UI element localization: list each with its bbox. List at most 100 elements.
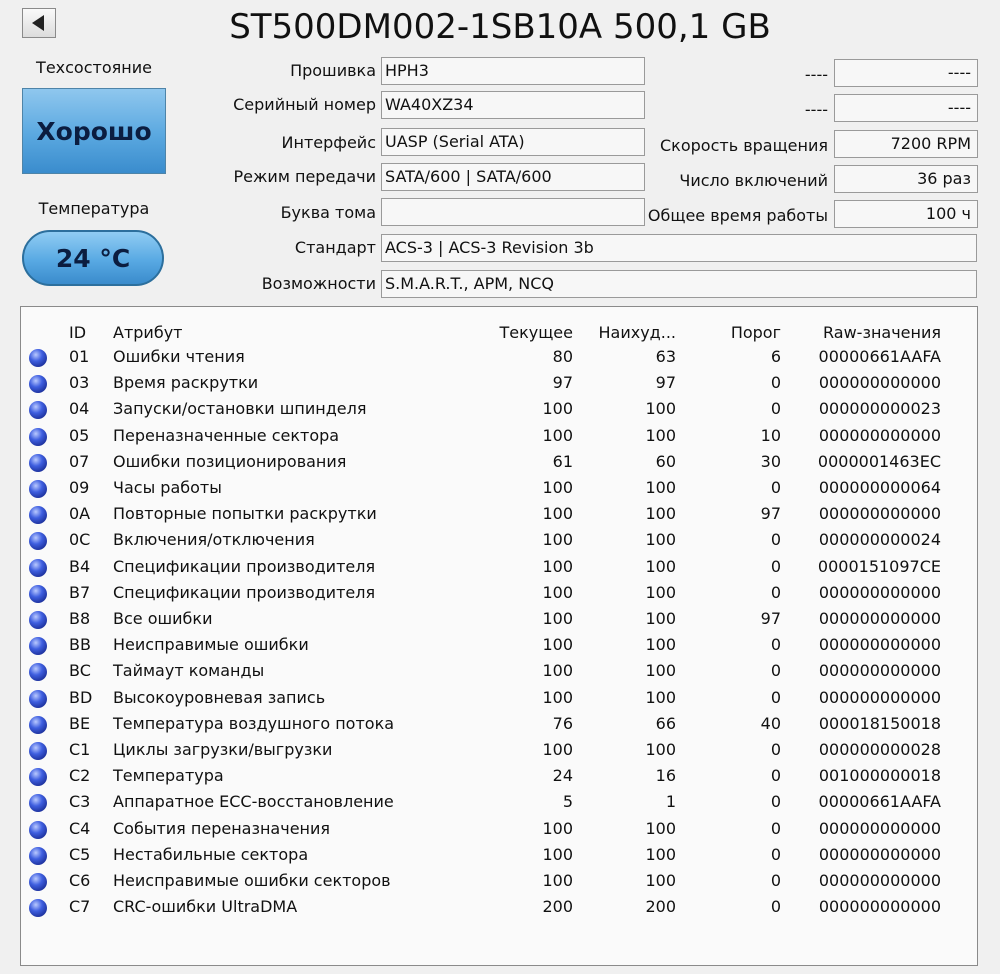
cell-worst: 100 — [645, 871, 676, 890]
cell-id: 09 — [69, 478, 90, 497]
cell-current: 100 — [542, 871, 573, 890]
table-row[interactable]: C5 Нестабильные сектора 100 100 0 00000000000… — [21, 843, 977, 869]
status-dot-icon — [29, 846, 47, 865]
cell-attribute: Температура воздушного потока — [113, 713, 395, 733]
status-dot-icon — [29, 820, 47, 839]
table-row[interactable]: 0A Повторные попытки раскрутки 100 100 97 000… — [21, 502, 977, 528]
cell-raw: 000000000000 — [818, 425, 941, 445]
cell-worst: 100 — [645, 530, 676, 550]
cell-current: 100 — [542, 687, 573, 707]
table-row[interactable]: B7 Спецификации производителя 100 100 0 00000… — [21, 581, 977, 607]
rotation-speed-field: 7200 RPM — [834, 130, 978, 158]
table-row[interactable]: BB Неисправимые ошибки 100 100 0 000000000000 — [21, 633, 977, 659]
blank-label-2: ---- — [804, 100, 828, 119]
table-row[interactable]: C2 Температура 24 16 0 001000000018 — [21, 764, 977, 790]
cell-id: BB — [69, 635, 91, 655]
cell-current: 80 — [552, 347, 573, 366]
table-row[interactable]: B8 Все ошибки 100 100 97 000000000000 — [21, 607, 977, 633]
header-id[interactable]: ID — [69, 323, 86, 342]
header-threshold[interactable]: Порог — [681, 323, 781, 342]
cell-worst: 100 — [645, 399, 676, 419]
cell-worst: 100 — [645, 556, 676, 576]
cell-current: 100 — [542, 399, 573, 419]
status-dot-icon — [29, 899, 47, 918]
cell-threshold: 0 — [770, 478, 781, 497]
header-raw[interactable]: Raw-значения — [801, 323, 941, 342]
blank-label-1: ---- — [804, 65, 828, 84]
blank-field-2: ---- — [834, 94, 978, 122]
cell-attribute: Ошибки чтения — [113, 347, 245, 366]
cell-raw: 000000000064 — [818, 478, 941, 497]
table-row[interactable]: C4 События переназначения 100 100 0 000000000… — [21, 817, 977, 843]
cell-threshold: 0 — [770, 635, 781, 655]
cell-raw: 000000000000 — [818, 635, 941, 655]
cell-worst: 16 — [655, 766, 676, 786]
header-current[interactable]: Текущее — [473, 323, 573, 342]
cell-worst: 100 — [645, 818, 676, 838]
cell-id: 0C — [69, 530, 91, 550]
health-status-button[interactable]: Хорошо — [22, 88, 166, 174]
cell-threshold: 0 — [770, 687, 781, 707]
temperature-button[interactable]: 24 °C — [22, 230, 164, 286]
table-row[interactable]: 09 Часы работы 100 100 0 000000000064 — [21, 476, 977, 502]
cell-worst: 200 — [645, 897, 676, 917]
cell-current: 100 — [542, 504, 573, 524]
table-row[interactable]: BD Высокоуровневая запись 100 100 0 000000000… — [21, 686, 977, 712]
cell-worst: 60 — [655, 451, 676, 471]
table-row[interactable]: BE Температура воздушного потока 76 66 40 000… — [21, 712, 977, 738]
cell-id: B4 — [69, 556, 91, 576]
table-row[interactable]: BC Таймаут команды 100 100 0 000000000000 — [21, 659, 977, 685]
arrow-left-icon — [32, 15, 44, 31]
cell-current: 100 — [542, 530, 573, 550]
cell-attribute: Спецификации производителя — [113, 582, 376, 602]
cell-current: 76 — [552, 713, 573, 733]
table-row[interactable]: 01 Ошибки чтения 80 63 6 00000661AAFA — [21, 345, 977, 371]
status-dot-icon — [29, 558, 47, 577]
smart-attributes-table[interactable]: ID Атрибут Текущее Наихуд... Порог Raw-з… — [20, 306, 978, 966]
previous-disk-button[interactable] — [22, 8, 56, 38]
cell-threshold: 0 — [770, 556, 781, 576]
table-row[interactable]: C6 Неисправимые ошибки секторов 100 100 0 000… — [21, 869, 977, 895]
cell-attribute: Часы работы — [113, 478, 222, 497]
cell-id: 07 — [69, 451, 90, 471]
cell-current: 100 — [542, 661, 573, 681]
header-attribute[interactable]: Атрибут — [113, 323, 182, 342]
cell-attribute: CRC-ошибки UltraDMA — [113, 897, 298, 917]
cell-current: 200 — [542, 897, 573, 917]
header-worst[interactable]: Наихуд... — [576, 323, 677, 342]
firmware-field: HPH3 — [381, 57, 645, 85]
status-dot-icon — [29, 637, 47, 656]
table-row[interactable]: B4 Спецификации производителя 100 100 0 00001… — [21, 555, 977, 581]
power-on-count-label: Число включений — [679, 171, 828, 190]
cell-worst: 1 — [665, 792, 676, 812]
table-row[interactable]: 05 Переназначенные сектора 100 100 10 0000000… — [21, 424, 977, 450]
cell-attribute: Запуски/остановки шпинделя — [113, 399, 367, 419]
cell-raw: 000000000028 — [818, 740, 941, 759]
cell-raw: 000000000000 — [818, 818, 941, 838]
cell-raw: 0000151097CE — [817, 556, 941, 576]
cell-threshold: 0 — [770, 844, 781, 864]
table-row[interactable]: C1 Циклы загрузки/выгрузки 100 100 0 00000000… — [21, 738, 977, 764]
table-row[interactable]: C7 CRC-ошибки UltraDMA 200 200 0 000000000000 — [21, 895, 977, 921]
transfer-mode-field: SATA/600 | SATA/600 — [381, 163, 645, 191]
table-row[interactable]: C3 Аппаратное ECC-восстановление 5 1 0 000006… — [21, 790, 977, 816]
table-row[interactable]: 0C Включения/отключения 100 100 0 00000000002… — [21, 528, 977, 554]
cell-current: 5 — [562, 792, 573, 812]
interface-field: UASP (Serial ATA) — [381, 128, 645, 156]
disk-title: ST500DM002-1SB10A 500,1 GB — [229, 7, 771, 47]
cell-attribute: Неисправимые ошибки секторов — [113, 871, 391, 890]
status-dot-icon — [29, 506, 47, 525]
cell-threshold: 40 — [760, 713, 781, 733]
table-row[interactable]: 07 Ошибки позиционирования 61 60 30 000000146… — [21, 450, 977, 476]
cell-threshold: 0 — [770, 897, 781, 917]
status-dot-icon — [29, 480, 47, 498]
table-row[interactable]: 04 Запуски/остановки шпинделя 100 100 0 00000… — [21, 397, 977, 423]
firmware-label: Прошивка — [290, 61, 376, 80]
cell-threshold: 30 — [760, 451, 781, 471]
cell-raw: 000000000000 — [818, 871, 941, 890]
cell-threshold: 0 — [770, 871, 781, 890]
cell-attribute: Циклы загрузки/выгрузки — [113, 740, 333, 759]
volume-letter-field — [381, 198, 645, 226]
cell-raw: 000000000000 — [818, 844, 941, 864]
table-row[interactable]: 03 Время раскрутки 97 97 0 000000000000 — [21, 371, 977, 397]
